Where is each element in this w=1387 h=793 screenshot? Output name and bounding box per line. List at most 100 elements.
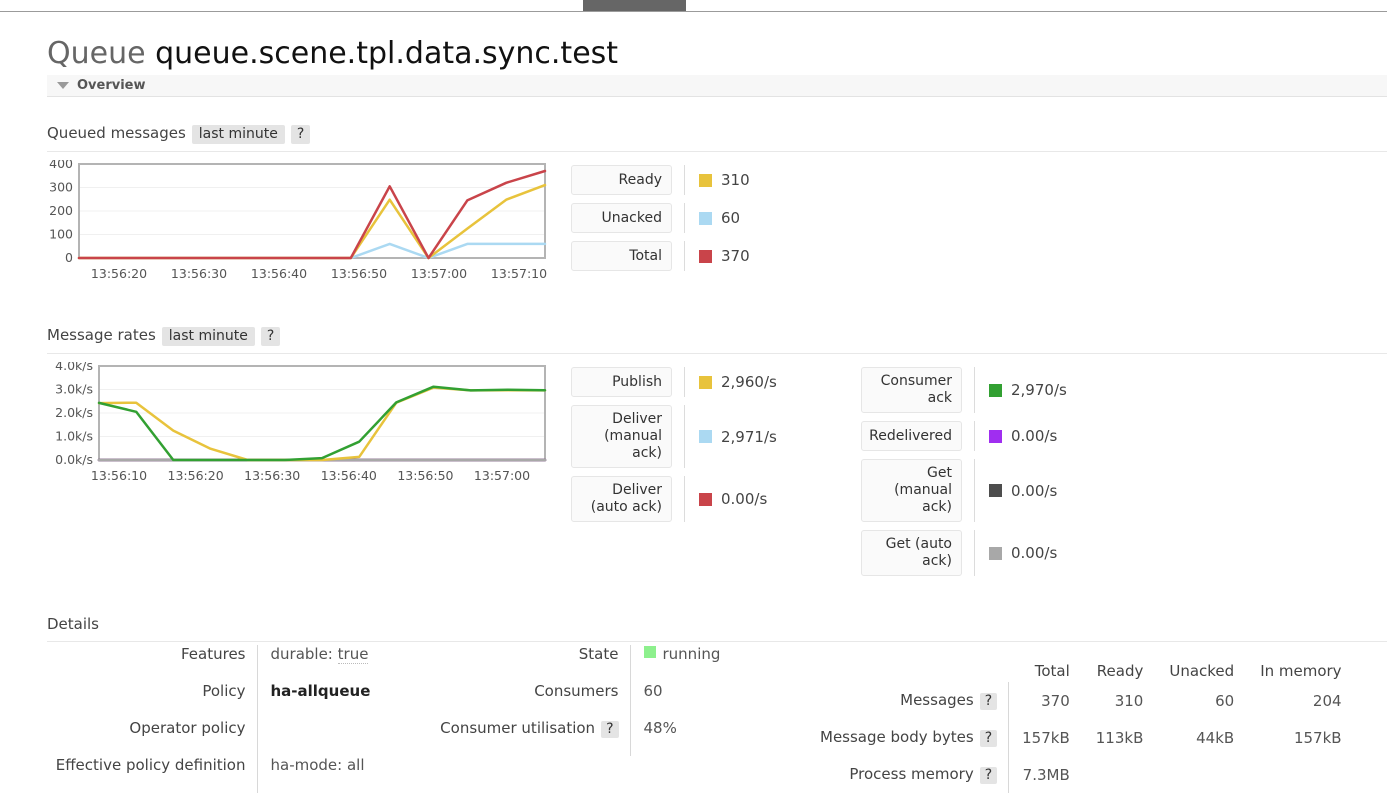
message-rates-divider [47, 353, 1387, 354]
details-middle-key: Consumers [534, 682, 619, 700]
svg-text:13:57:00: 13:57:00 [474, 468, 530, 482]
queued-legend-separator [684, 203, 685, 233]
rates-legend-right-color-swatch [989, 429, 1002, 443]
message-rates-range-selector[interactable]: last minute [161, 327, 255, 346]
stats-column-header: Ready [1096, 662, 1144, 680]
queued-legend-separator [684, 241, 685, 271]
details-left-value: ha-allqueue [256, 682, 371, 719]
stats-cell: 7.3MB [1008, 756, 1070, 793]
overview-section-label: Overview [77, 78, 146, 93]
details-middle-help-icon[interactable]: ? [601, 721, 619, 738]
svg-text:0.0k/s: 0.0k/s [55, 452, 93, 467]
queued-legend-item: Unacked 60 [571, 203, 750, 233]
stats-cell: 157kB [1008, 719, 1070, 756]
details-left-value: ha-mode: all [256, 756, 371, 793]
stats-cell [1143, 756, 1234, 793]
rates-legend-left-color-swatch [699, 492, 712, 506]
message-rates-help-icon[interactable]: ? [260, 327, 281, 346]
details-section-label: Details [47, 615, 100, 633]
rates-legend-right-value: 0.00/s [1011, 544, 1058, 562]
stats-row-help-icon[interactable]: ? [979, 693, 998, 710]
rates-legend-left-button[interactable]: Deliver (auto ack) [571, 476, 672, 522]
stats-row-help-icon[interactable]: ? [979, 730, 998, 747]
queued-messages-chart[interactable]: 0 100 200 300 400 13:56:20 13:56:30 13:56:40 13:… [47, 160, 547, 280]
queued-messages-range-selector[interactable]: last minute [191, 125, 285, 144]
queued-messages-header: Queued messages last minute? [47, 124, 311, 146]
rates-legend-left-button[interactable]: Publish [571, 367, 672, 397]
stats-header-spacer [820, 645, 1009, 682]
page-title-entity-type: Queue [47, 36, 146, 71]
details-left-table: Features durable: true Policy ha-allqueue Op… [47, 645, 371, 793]
stats-row-help-icon[interactable]: ? [979, 767, 998, 784]
queued-messages-help-icon[interactable]: ? [290, 125, 311, 144]
svg-text:13:56:30: 13:56:30 [244, 468, 300, 482]
svg-text:13:56:20: 13:56:20 [168, 468, 224, 482]
details-middle-key: Consumer utilisation? [440, 719, 630, 756]
details-middle-value: 48% [629, 719, 721, 756]
details-middle-key: State [578, 645, 619, 663]
rates-legend-right-value: 2,970/s [1011, 381, 1067, 399]
queued-legend-value: 310 [721, 171, 750, 189]
message-rates-legend-right: Consumer ack 2,970/s Redelivered 0.00/s Get … [861, 367, 1067, 584]
queued-legend-color-swatch [699, 173, 712, 187]
details-left-row: Policy ha-allqueue [47, 682, 371, 719]
svg-text:13:57:10: 13:57:10 [491, 266, 547, 280]
svg-text:13:56:20: 13:56:20 [91, 266, 147, 280]
queued-legend-separator [684, 165, 685, 195]
queued-legend-button[interactable]: Ready [571, 165, 672, 195]
queued-legend-color-swatch [699, 211, 712, 225]
nav-tab-active[interactable] [583, 0, 686, 11]
queued-legend-item: Total 370 [571, 241, 750, 271]
queued-legend-value: 370 [721, 247, 750, 265]
queued-messages-divider [47, 151, 1387, 152]
stats-row-label: Message body bytes? [820, 719, 1009, 756]
svg-text:13:57:00: 13:57:00 [411, 266, 467, 280]
message-rates-label: Message rates [47, 326, 156, 344]
stats-column-header: Unacked [1169, 662, 1235, 680]
rates-legend-left-item: Deliver (auto ack) 0.00/s [571, 476, 777, 522]
top-navigation-bar [0, 0, 1387, 12]
overview-section-header[interactable]: Overview [47, 75, 1387, 97]
details-middle-value: running [629, 645, 721, 682]
details-middle-row: Consumers 60 [440, 682, 721, 719]
rates-legend-left-button[interactable]: Deliver (manual ack) [571, 405, 672, 468]
queued-messages-legend: Ready 310 Unacked 60 Total 370 [571, 165, 750, 279]
page-title-queue-name: queue.scene.tpl.data.sync.test [155, 36, 619, 71]
queued-legend-color-swatch [699, 249, 712, 263]
chevron-down-icon [57, 82, 69, 89]
rates-legend-right-button[interactable]: Redelivered [861, 421, 962, 451]
stats-cell: 44kB [1196, 728, 1235, 747]
rates-legend-right-color-swatch [989, 546, 1002, 560]
details-left-table: Features durable: true Policy ha-allqueue Op… [47, 645, 427, 793]
stats-cell: 157kB [1293, 728, 1342, 747]
stats-cell: 113kB [1095, 728, 1144, 747]
rates-legend-right-button[interactable]: Consumer ack [861, 367, 962, 413]
stats-column-header: Total [1034, 662, 1070, 680]
details-left-key: Policy [202, 682, 246, 700]
stats-row: Process memory? 7.3MB [820, 756, 1342, 793]
message-rates-legend-left: Publish 2,960/s Deliver (manual ack) 2,971/… [571, 367, 777, 530]
rates-legend-left-separator [684, 476, 685, 522]
svg-text:13:56:10: 13:56:10 [91, 468, 147, 482]
queued-legend-button[interactable]: Unacked [571, 203, 672, 233]
details-divider [47, 641, 1387, 642]
svg-text:3.0k/s: 3.0k/s [55, 382, 93, 397]
rates-legend-right-button[interactable]: Get (auto ack) [861, 530, 962, 576]
details-left-value-text[interactable]: ha-allqueue [271, 682, 371, 700]
details-middle-row: State running [440, 645, 721, 682]
rates-legend-right-button[interactable]: Get (manual ack) [861, 459, 962, 522]
details-middle-table: State running Consumers 60 Consumer utilisat… [440, 645, 770, 756]
details-middle-row: Consumer utilisation? 48% [440, 719, 721, 756]
details-left-row: Effective policy definition ha-mode: all [47, 756, 371, 793]
rates-legend-left-value: 2,971/s [721, 427, 777, 446]
details-left-value [256, 719, 371, 756]
queued-legend-button[interactable]: Total [571, 241, 672, 271]
svg-text:2.0k/s: 2.0k/s [55, 405, 93, 420]
svg-text:300: 300 [49, 180, 73, 195]
details-middle-table: State running Consumers 60 Consumer utilisat… [440, 645, 721, 756]
message-rates-chart[interactable]: 0.0k/s 1.0k/s 2.0k/s 3.0k/s 4.0k/s 13:56:10 13… [47, 362, 547, 482]
stats-header-row: Total Ready Unacked In memory [820, 645, 1342, 682]
rates-legend-left-value: 0.00/s [721, 490, 768, 508]
svg-text:200: 200 [49, 203, 73, 218]
stats-row: Message body bytes? 157kB 113kB 44kB 157kB [820, 719, 1342, 756]
